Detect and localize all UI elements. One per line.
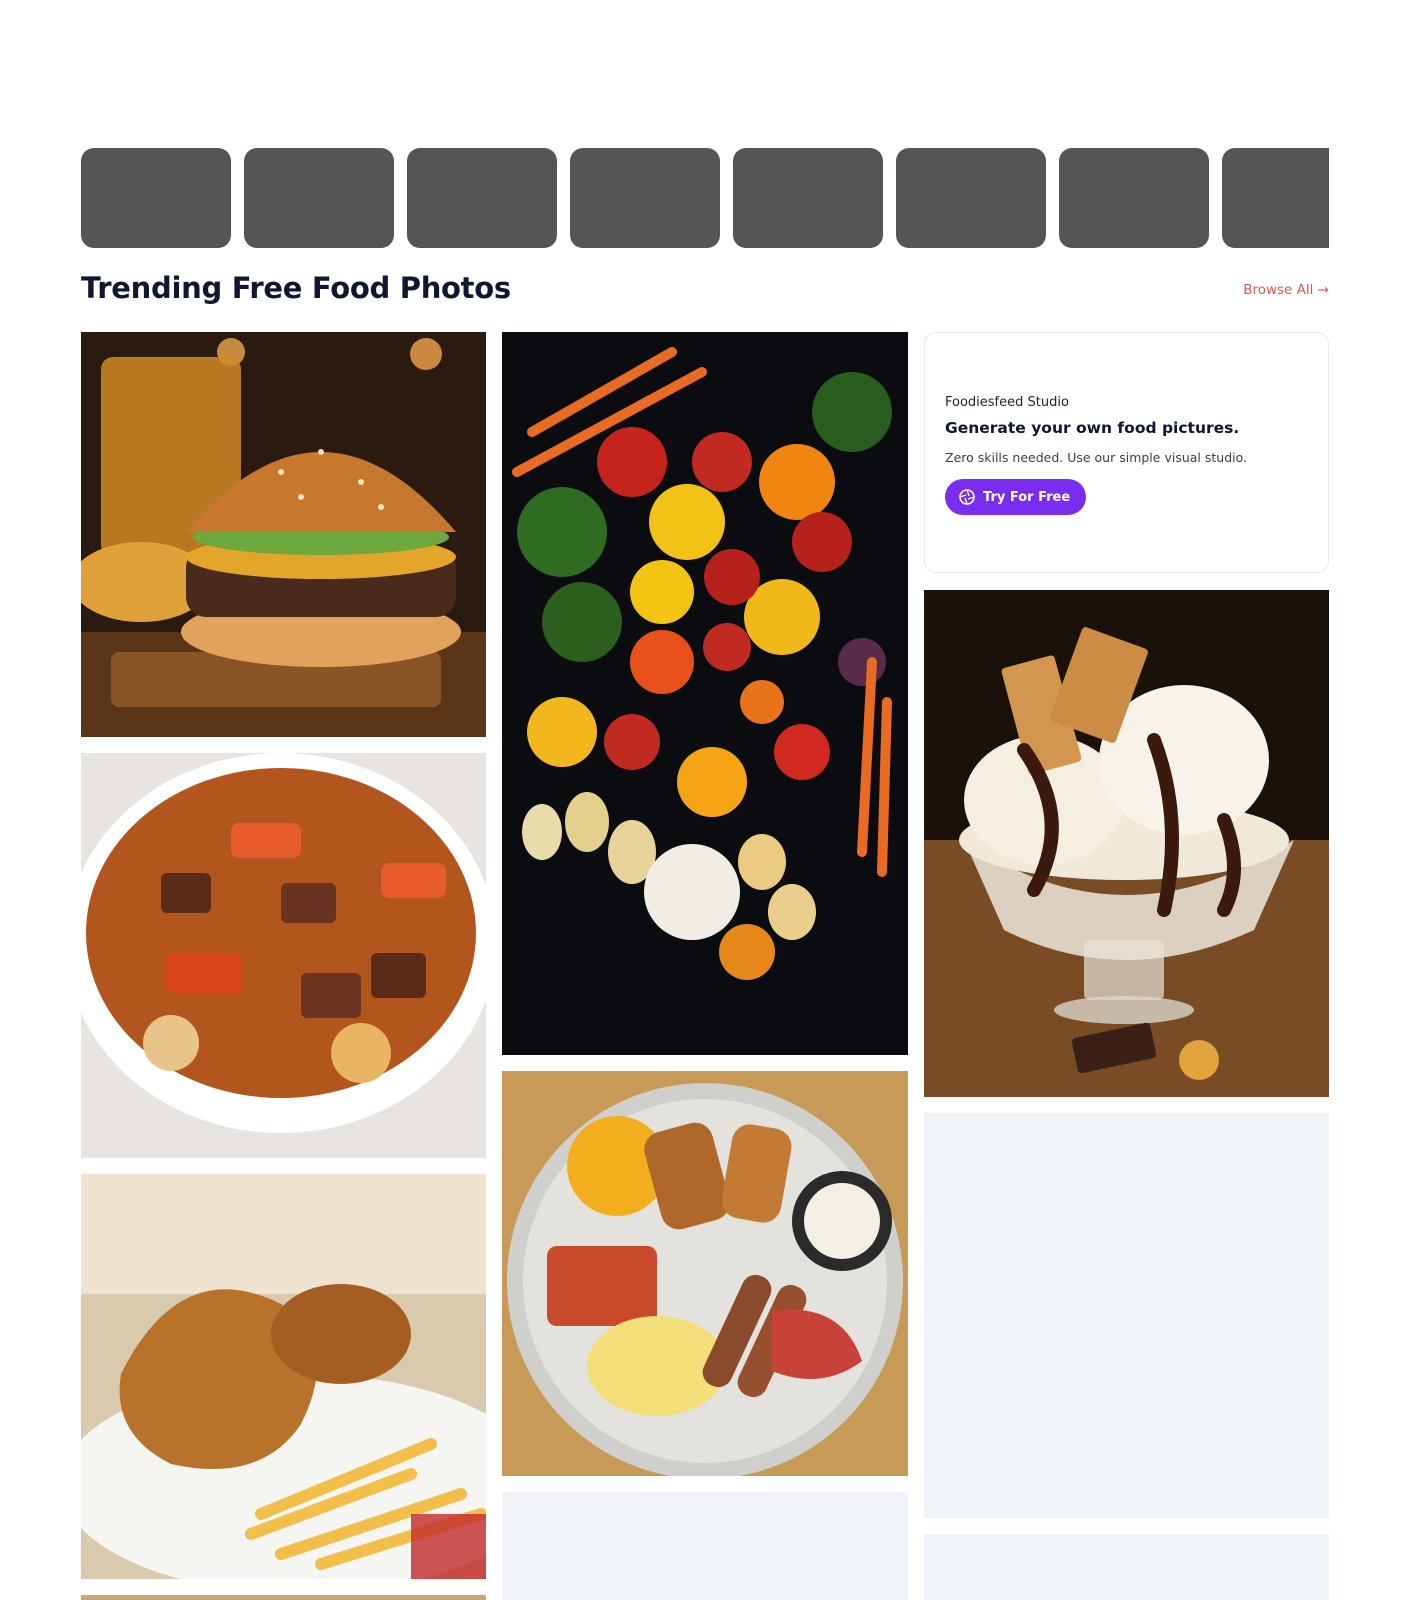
category-pill[interactable] — [244, 148, 394, 248]
category-pill[interactable] — [1059, 148, 1209, 248]
promo-brand: Foodiesfeed Studio — [945, 395, 1069, 410]
category-pill[interactable] — [896, 148, 1046, 248]
category-pill[interactable] — [570, 148, 720, 248]
photo-fried-chicken[interactable] — [81, 1174, 486, 1579]
category-pill[interactable] — [1222, 148, 1329, 248]
category-pill[interactable] — [81, 148, 231, 248]
studio-promo-card: Foodiesfeed Studio Generate your own foo… — [924, 332, 1329, 573]
browse-all-link[interactable]: Browse All → — [1243, 282, 1329, 298]
promo-subtext: Zero skills needed. Use our simple visua… — [945, 450, 1248, 465]
category-carousel — [81, 148, 1329, 248]
photo-placeholder[interactable] — [924, 1113, 1329, 1518]
photo-burger[interactable] — [81, 332, 486, 737]
photo-partial[interactable] — [81, 1595, 486, 1600]
photo-placeholder[interactable] — [502, 1492, 908, 1600]
photo-vegetables[interactable] — [502, 332, 908, 1055]
try-for-free-label: Try For Free — [983, 489, 1071, 505]
promo-headline: Generate your own food pictures. — [945, 419, 1240, 437]
aperture-icon — [959, 489, 975, 505]
photo-breakfast-plate[interactable] — [502, 1071, 908, 1476]
category-pill[interactable] — [407, 148, 557, 248]
category-pill[interactable] — [733, 148, 883, 248]
photo-placeholder[interactable] — [924, 1534, 1329, 1600]
try-for-free-button[interactable]: Try For Free — [945, 479, 1087, 515]
photo-beef-stew[interactable] — [81, 753, 486, 1158]
photo-ice-cream[interactable] — [924, 590, 1329, 1097]
section-title: Trending Free Food Photos — [81, 271, 511, 305]
